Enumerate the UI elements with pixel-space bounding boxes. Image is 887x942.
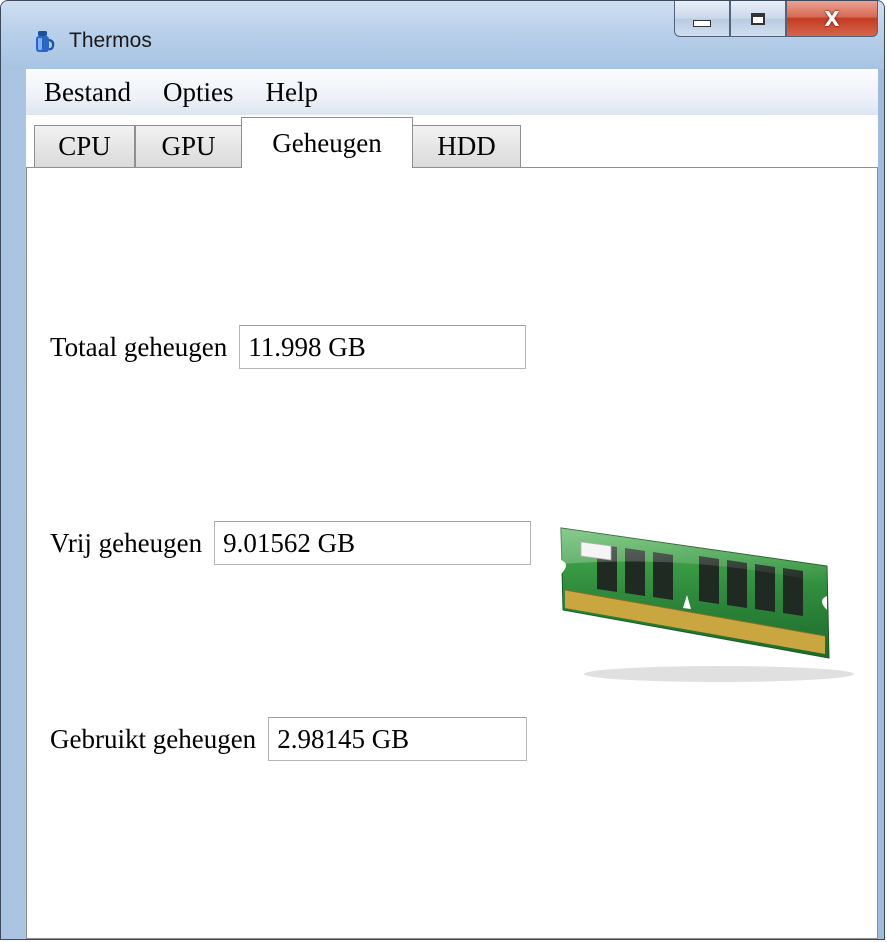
menu-bestand[interactable]: Bestand bbox=[26, 77, 147, 108]
ram-module-icon bbox=[560, 527, 854, 682]
tab-gpu[interactable]: GPU bbox=[135, 125, 242, 167]
menu-opties[interactable]: Opties bbox=[147, 77, 250, 108]
used-memory-field[interactable] bbox=[268, 717, 528, 761]
tab-control: CPU GPU Geheugen HDD Totaal geheugen Vri… bbox=[26, 115, 878, 939]
maximize-icon bbox=[751, 12, 765, 25]
close-button[interactable]: X bbox=[786, 1, 878, 37]
tab-cpu-label: CPU bbox=[58, 131, 111, 161]
total-memory-field[interactable] bbox=[239, 325, 527, 369]
close-icon: X bbox=[824, 6, 840, 31]
free-memory-field[interactable] bbox=[214, 521, 532, 565]
tab-strip: CPU GPU Geheugen HDD bbox=[26, 115, 878, 168]
geheugen-panel: Totaal geheugen Vrij geheugen Gebruikt g… bbox=[26, 167, 878, 939]
tab-geheugen-label: Geheugen bbox=[272, 127, 382, 158]
used-memory-label: Gebruikt geheugen bbox=[50, 723, 257, 754]
tab-cpu[interactable]: CPU bbox=[34, 125, 135, 167]
menu-help[interactable]: Help bbox=[250, 77, 334, 108]
minimize-icon bbox=[693, 20, 711, 27]
caption-buttons: X bbox=[674, 1, 878, 39]
tab-hdd-label: HDD bbox=[437, 131, 496, 161]
thermos-app-icon bbox=[36, 31, 55, 52]
tab-gpu-label: GPU bbox=[161, 131, 216, 161]
menu-bar: Bestand Opties Help bbox=[26, 69, 878, 116]
maximize-button[interactable] bbox=[730, 1, 786, 37]
minimize-button[interactable] bbox=[674, 1, 730, 37]
window-title: Thermos bbox=[69, 29, 152, 52]
free-memory-label: Vrij geheugen bbox=[50, 527, 203, 558]
tab-geheugen[interactable]: Geheugen bbox=[241, 117, 413, 168]
free-memory-row: Vrij geheugen bbox=[50, 521, 532, 565]
total-memory-row: Totaal geheugen bbox=[50, 325, 527, 369]
title-bar[interactable]: Thermos X bbox=[1, 1, 884, 69]
total-memory-label: Totaal geheugen bbox=[50, 331, 228, 362]
app-window: Thermos X Bestand Opties Help CPU GPU Ge… bbox=[0, 0, 885, 940]
tab-hdd[interactable]: HDD bbox=[412, 125, 521, 167]
used-memory-row: Gebruikt geheugen bbox=[50, 717, 528, 761]
